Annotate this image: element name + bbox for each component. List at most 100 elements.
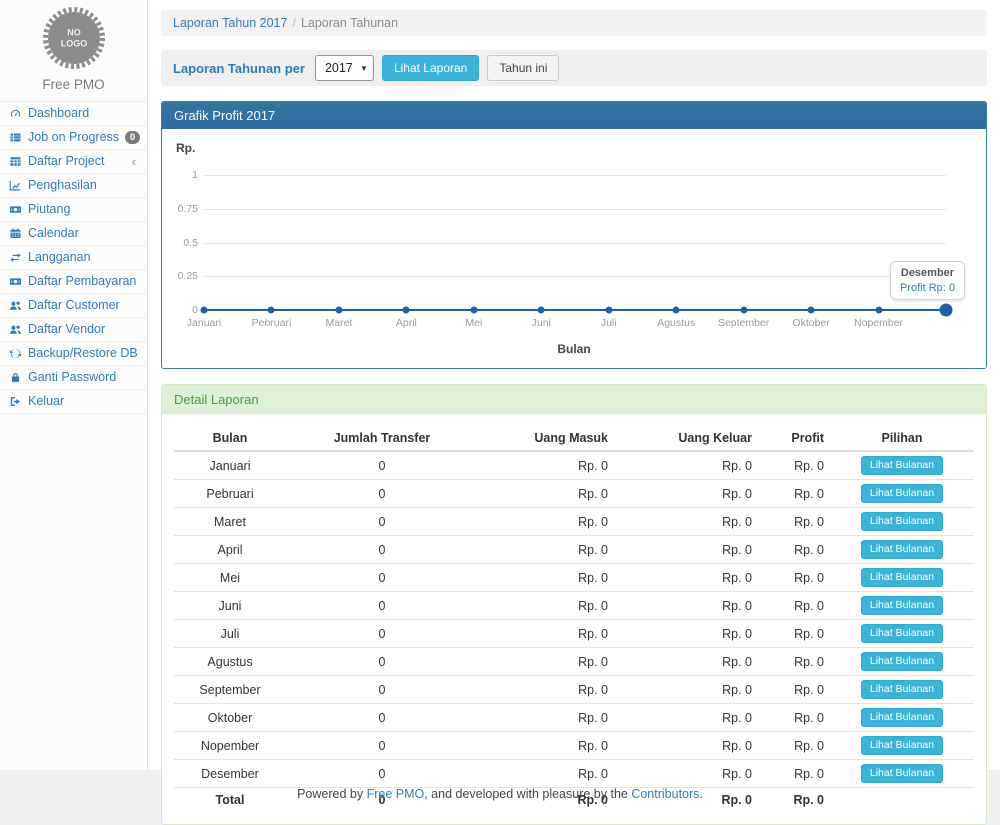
table-row: September0Rp. 0Rp. 0Rp. 0Lihat Bulanan xyxy=(174,676,974,704)
table-row: Juni0Rp. 0Rp. 0Rp. 0Lihat Bulanan xyxy=(174,592,974,620)
chart-point-september[interactable] xyxy=(740,307,747,314)
table-cell: Januari xyxy=(174,451,286,480)
lihat-bulanan-button[interactable]: Lihat Bulanan xyxy=(861,624,943,643)
chart-point-juli[interactable] xyxy=(605,307,612,314)
sidebar-item-calendar[interactable]: Calendar xyxy=(0,222,147,246)
table-cell: Rp. 0 xyxy=(758,508,830,536)
chart-point-januari[interactable] xyxy=(201,307,208,314)
lihat-bulanan-button[interactable]: Lihat Bulanan xyxy=(861,680,943,699)
sidebar-item-dashboard[interactable]: Dashboard xyxy=(0,102,147,126)
table-cell: 0 xyxy=(286,536,478,564)
chart-point-agustus[interactable] xyxy=(673,307,680,314)
table-cell: Rp. 0 xyxy=(478,564,614,592)
table-cell: Rp. 0 xyxy=(758,620,830,648)
chart-xtick-label: Juli xyxy=(601,317,617,329)
chart-xtick-label: Pebruari xyxy=(252,317,292,329)
tasks-icon xyxy=(8,131,22,144)
chart-point-nopember[interactable] xyxy=(875,307,882,314)
sidebar-item-label: Daftar Vendor xyxy=(28,322,105,337)
table-cell: Rp. 0 xyxy=(614,648,758,676)
sidebar-item-label: Daftar Project xyxy=(28,154,104,169)
lihat-bulanan-button[interactable]: Lihat Bulanan xyxy=(861,456,943,475)
breadcrumb: Laporan Tahun 2017/Laporan Tahunan xyxy=(161,10,987,36)
lock-icon xyxy=(8,371,22,384)
chart-x-axis-title: Bulan xyxy=(174,342,974,356)
chart-point-maret[interactable] xyxy=(335,307,342,314)
lihat-bulanan-button[interactable]: Lihat Bulanan xyxy=(861,708,943,727)
users-icon xyxy=(8,299,22,312)
chart-panel-title: Grafik Profit 2017 xyxy=(162,102,986,129)
chart-point-mei[interactable] xyxy=(470,307,477,314)
chart-ytick-label: 0.75 xyxy=(170,203,198,215)
sidebar-item-daftar-pembayaran[interactable]: Daftar Pembayaran xyxy=(0,270,147,294)
lihat-bulanan-button[interactable]: Lihat Bulanan xyxy=(861,596,943,615)
table-cell: Rp. 0 xyxy=(758,732,830,760)
chart-ytick-label: 0.5 xyxy=(170,237,198,249)
year-select[interactable]: 2017 xyxy=(315,55,374,81)
column-header: Jumlah Transfer xyxy=(286,426,478,451)
sidebar-item-label: Calendar xyxy=(28,226,79,241)
lihat-bulanan-button[interactable]: Lihat Bulanan xyxy=(861,736,943,755)
sidebar-item-piutang[interactable]: Piutang xyxy=(0,198,147,222)
table-cell: Rp. 0 xyxy=(478,508,614,536)
exchange-icon xyxy=(8,251,22,264)
chart-point-pebruari[interactable] xyxy=(268,307,275,314)
table-cell: Rp. 0 xyxy=(478,620,614,648)
chart-point-desember[interactable] xyxy=(940,304,953,317)
lihat-laporan-button[interactable]: Lihat Laporan xyxy=(382,55,479,81)
action-cell: Lihat Bulanan xyxy=(830,480,974,508)
chart-point-oktober[interactable] xyxy=(808,307,815,314)
lihat-bulanan-button[interactable]: Lihat Bulanan xyxy=(861,540,943,559)
lihat-bulanan-button[interactable]: Lihat Bulanan xyxy=(861,652,943,671)
table-cell: Rp. 0 xyxy=(614,592,758,620)
sidebar-item-backup-restore-db[interactable]: Backup/Restore DB xyxy=(0,342,147,366)
year-select-wrap: 2017 ▼ xyxy=(315,55,374,81)
breadcrumb-link[interactable]: Laporan Tahun 2017 xyxy=(173,16,287,30)
footer-text-suffix: . xyxy=(699,787,702,801)
sidebar-item-daftar-project[interactable]: Daftar Project‹ xyxy=(0,150,147,174)
table-cell: Rp. 0 xyxy=(758,564,830,592)
sidebar-item-keluar[interactable]: Keluar xyxy=(0,390,147,414)
action-cell: Lihat Bulanan xyxy=(830,508,974,536)
chart-point-juni[interactable] xyxy=(538,307,545,314)
table-cell: 0 xyxy=(286,480,478,508)
table-cell: Rp. 0 xyxy=(614,451,758,480)
total-cell: Total xyxy=(174,788,286,812)
sidebar-item-ganti-password[interactable]: Ganti Password xyxy=(0,366,147,390)
sidebar-item-job-on-progress[interactable]: Job on Progress0 xyxy=(0,126,147,150)
sidebar-item-langganan[interactable]: Langganan xyxy=(0,246,147,270)
lihat-bulanan-button[interactable]: Lihat Bulanan xyxy=(861,484,943,503)
lihat-bulanan-button[interactable]: Lihat Bulanan xyxy=(861,568,943,587)
sidebar-item-daftar-vendor[interactable]: Daftar Vendor xyxy=(0,318,147,342)
sidebar-item-label: Backup/Restore DB xyxy=(28,346,138,361)
table-cell: 0 xyxy=(286,592,478,620)
tahun-ini-button[interactable]: Tahun ini xyxy=(487,55,559,81)
calendar-icon xyxy=(8,227,22,240)
table-cell: Rp. 0 xyxy=(614,480,758,508)
lihat-bulanan-button[interactable]: Lihat Bulanan xyxy=(861,764,943,783)
chart-xtick-label: Juni xyxy=(532,317,551,329)
table-row: Desember0Rp. 0Rp. 0Rp. 0Lihat Bulanan xyxy=(174,760,974,788)
table-row: Nopember0Rp. 0Rp. 0Rp. 0Lihat Bulanan xyxy=(174,732,974,760)
chart-xtick-label: Agustus xyxy=(657,317,695,329)
lihat-bulanan-button[interactable]: Lihat Bulanan xyxy=(861,512,943,531)
chart-point-april[interactable] xyxy=(403,307,410,314)
count-badge: 0 xyxy=(125,131,140,144)
table-row: Maret0Rp. 0Rp. 0Rp. 0Lihat Bulanan xyxy=(174,508,974,536)
sidebar-item-penghasilan[interactable]: Penghasilan xyxy=(0,174,147,198)
footer-link-contributors[interactable]: Contributors xyxy=(631,787,699,801)
table-cell: Rp. 0 xyxy=(478,480,614,508)
table-cell: Rp. 0 xyxy=(614,536,758,564)
table-cell: Rp. 0 xyxy=(614,564,758,592)
sidebar-item-daftar-customer[interactable]: Daftar Customer xyxy=(0,294,147,318)
money-icon xyxy=(8,203,22,216)
footer-link-free-pmo[interactable]: Free PMO xyxy=(367,787,425,801)
profit-line xyxy=(204,175,946,310)
table-row: Agustus0Rp. 0Rp. 0Rp. 0Lihat Bulanan xyxy=(174,648,974,676)
detail-panel-title: Detail Laporan xyxy=(162,385,986,414)
breadcrumb-current: Laporan Tahunan xyxy=(301,16,398,30)
table-cell: Rp. 0 xyxy=(614,620,758,648)
table-cell: Oktober xyxy=(174,704,286,732)
table-cell: Rp. 0 xyxy=(758,536,830,564)
table-cell: Rp. 0 xyxy=(614,760,758,788)
